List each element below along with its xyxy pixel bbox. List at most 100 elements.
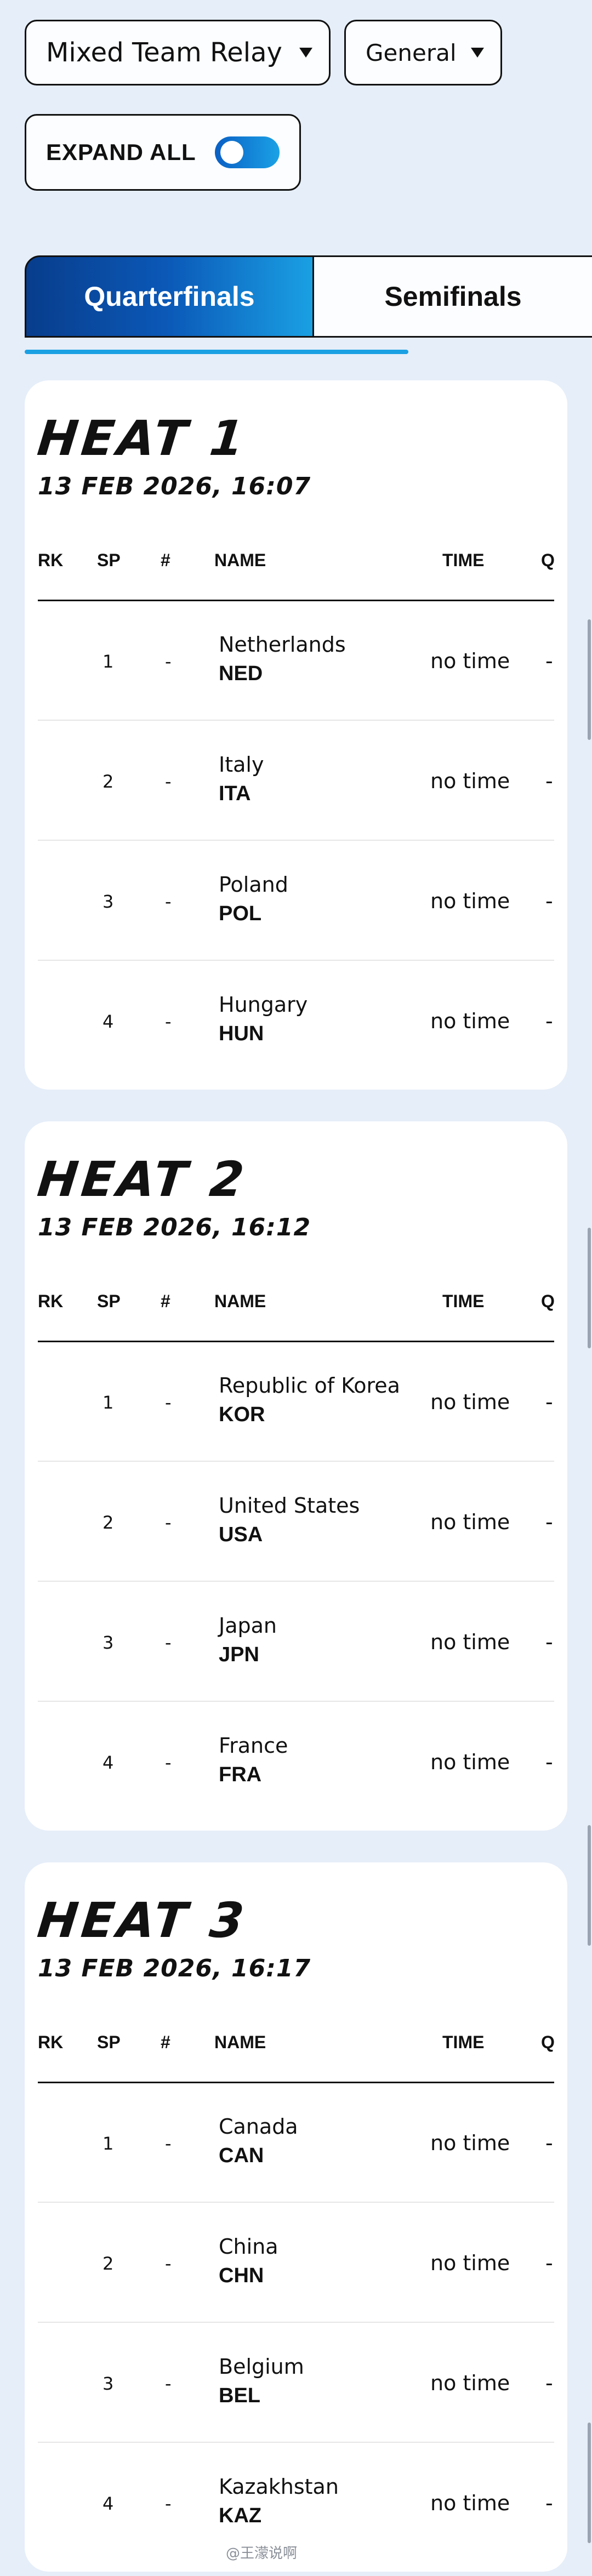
column-header-name: NAME xyxy=(214,2032,266,2052)
table-row[interactable]: 2 - Italy ITA no time - xyxy=(38,721,554,841)
bib-number: - xyxy=(165,1011,172,1032)
caret-down-icon xyxy=(471,48,484,58)
column-header-q: Q xyxy=(541,550,555,570)
scrollbar-thumb[interactable] xyxy=(588,1825,591,1946)
expand-all-label: EXPAND ALL xyxy=(46,139,196,165)
expand-all-control[interactable]: EXPAND ALL xyxy=(25,114,301,191)
column-header-rk: RK xyxy=(38,550,64,570)
column-header-sp: SP xyxy=(97,1291,121,1311)
bib-number: - xyxy=(165,2493,172,2514)
time-value: no time xyxy=(430,1510,510,1534)
column-header-rk: RK xyxy=(38,2032,64,2052)
team-code: CHN xyxy=(219,2264,264,2287)
team-code: KOR xyxy=(219,1403,265,1426)
column-header-sp: SP xyxy=(97,2032,121,2052)
table-row[interactable]: 3 - Belgium BEL no time - xyxy=(38,2323,554,2443)
start-position: 3 xyxy=(103,2373,114,2394)
team-code: ITA xyxy=(219,782,251,805)
start-position: 4 xyxy=(103,2493,114,2514)
tab-semifinals[interactable]: Semifinals xyxy=(314,255,592,338)
scrollbar-thumb[interactable] xyxy=(588,619,591,740)
start-position: 3 xyxy=(103,1632,114,1653)
start-position: 2 xyxy=(103,771,114,792)
table-row[interactable]: 3 - Japan JPN no time - xyxy=(38,1582,554,1702)
start-position: 2 xyxy=(103,1512,114,1533)
heat-card: HEAT 1 13 FEB 2026, 16:07 RK SP # NAME TIME Q 1 -… xyxy=(25,380,567,1090)
table-row[interactable]: 1 - Republic of Korea KOR no time - xyxy=(38,1342,554,1462)
scrollbar-thumb[interactable] xyxy=(588,1228,591,1348)
column-header-num: # xyxy=(161,1291,170,1311)
team-code: NED xyxy=(219,662,263,685)
column-header-rk: RK xyxy=(38,1291,64,1311)
column-header-sp: SP xyxy=(97,550,121,570)
table-row[interactable]: 3 - Poland POL no time - xyxy=(38,841,554,961)
heat-title: HEAT 3 xyxy=(35,1892,250,1948)
qualification: - xyxy=(545,1009,553,1033)
column-header-time: TIME xyxy=(442,2032,485,2052)
team-name: United States xyxy=(219,1494,360,1518)
qualification: - xyxy=(545,1390,553,1414)
start-position: 4 xyxy=(103,1011,114,1032)
qualification: - xyxy=(545,1630,553,1654)
bib-number: - xyxy=(165,2133,172,2154)
scrollbar-thumb[interactable] xyxy=(588,2423,591,2543)
category-dropdown[interactable]: General xyxy=(344,20,502,86)
qualification: - xyxy=(545,769,553,793)
bib-number: - xyxy=(165,891,172,912)
time-value: no time xyxy=(430,2251,510,2275)
start-position: 4 xyxy=(103,1752,114,1773)
team-code: HUN xyxy=(219,1022,264,1045)
bib-number: - xyxy=(165,2253,172,2274)
table-header: RK SP # NAME TIME Q xyxy=(38,550,555,572)
heat-date: 13 FEB 2026, 16:12 xyxy=(38,1213,311,1241)
bib-number: - xyxy=(165,651,172,672)
heat-title: HEAT 1 xyxy=(35,410,250,466)
heat-card: HEAT 3 13 FEB 2026, 16:17 RK SP # NAME TIME Q 1 -… xyxy=(25,1862,567,2572)
team-code: BEL xyxy=(219,2384,260,2407)
team-code: KAZ xyxy=(219,2504,262,2527)
tab-quarterfinals[interactable]: Quarterfinals xyxy=(25,255,314,338)
column-header-q: Q xyxy=(541,2032,555,2052)
bib-number: - xyxy=(165,2373,172,2394)
qualification: - xyxy=(545,2371,553,2395)
table-header: RK SP # NAME TIME Q xyxy=(38,1291,555,1313)
team-code: USA xyxy=(219,1523,263,1546)
toggle-knob xyxy=(220,141,243,164)
event-dropdown-label: Mixed Team Relay xyxy=(46,37,282,68)
active-tab-indicator xyxy=(25,350,408,354)
start-position: 1 xyxy=(103,651,114,672)
expand-all-toggle[interactable] xyxy=(215,136,280,168)
time-value: no time xyxy=(430,2371,510,2395)
bib-number: - xyxy=(165,1512,172,1533)
time-value: no time xyxy=(430,2491,510,2515)
qualification: - xyxy=(545,889,553,913)
qualification: - xyxy=(545,2251,553,2275)
start-position: 1 xyxy=(103,2133,114,2154)
table-row[interactable]: 4 - Hungary HUN no time - xyxy=(38,961,554,1081)
qualification: - xyxy=(545,1510,553,1534)
heat-date: 13 FEB 2026, 16:17 xyxy=(38,1954,311,1982)
table-row[interactable]: 1 - Canada CAN no time - xyxy=(38,2083,554,2203)
watermark: @王濛说啊 xyxy=(226,2545,298,2562)
column-header-q: Q xyxy=(541,1291,555,1311)
team-code: CAN xyxy=(219,2144,264,2167)
team-code: FRA xyxy=(219,1763,262,1786)
table-row[interactable]: 1 - Netherlands NED no time - xyxy=(38,601,554,721)
time-value: no time xyxy=(430,2131,510,2155)
column-header-name: NAME xyxy=(214,1291,266,1311)
team-code: POL xyxy=(219,902,262,925)
team-name: Republic of Korea xyxy=(219,1374,400,1398)
time-value: no time xyxy=(430,1009,510,1033)
team-name: Japan xyxy=(219,1614,277,1638)
round-tabs: Quarterfinals Semifinals xyxy=(25,255,592,338)
team-name: France xyxy=(219,1734,288,1758)
heat-title: HEAT 2 xyxy=(35,1151,250,1207)
team-name: Italy xyxy=(219,753,264,777)
table-row[interactable]: 2 - United States USA no time - xyxy=(38,1462,554,1582)
start-position: 2 xyxy=(103,2253,114,2274)
team-code: JPN xyxy=(219,1643,259,1666)
table-row[interactable]: 4 - France FRA no time - xyxy=(38,1702,554,1822)
table-row[interactable]: 2 - China CHN no time - xyxy=(38,2203,554,2323)
event-dropdown[interactable]: Mixed Team Relay xyxy=(25,20,331,86)
qualification: - xyxy=(545,2131,553,2155)
